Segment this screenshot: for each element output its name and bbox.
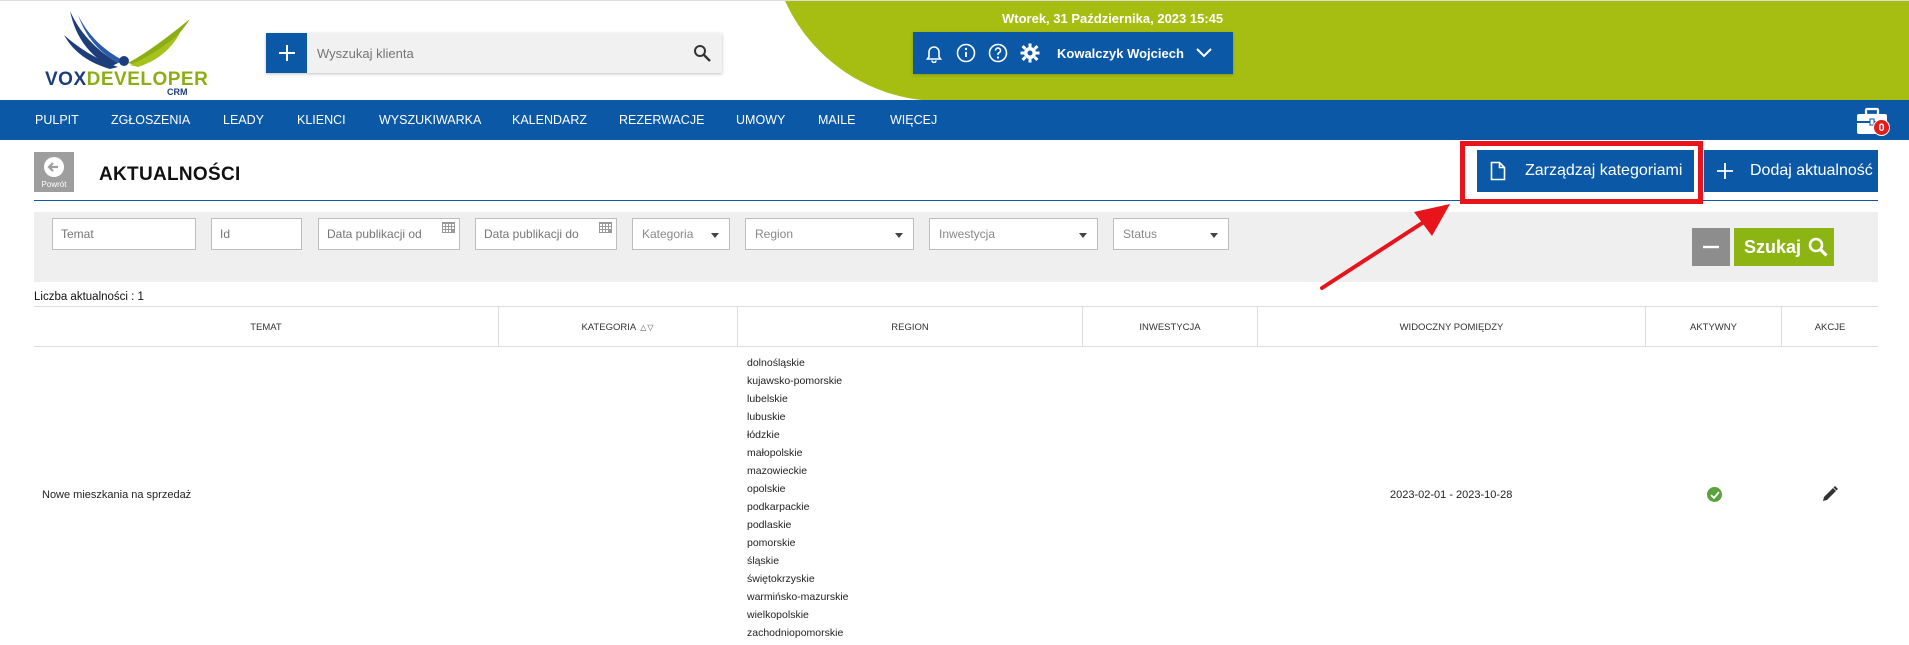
page-title: AKTUALNOŚCI xyxy=(99,164,241,185)
news-count: Liczba aktualności : 1 xyxy=(34,291,144,303)
nav-item-leady[interactable]: LEADY xyxy=(223,113,264,127)
region-select[interactable]: Region xyxy=(745,218,914,250)
current-datetime: Wtorek, 31 Października, 2023 15:45 xyxy=(1002,11,1224,26)
region-select-label: Region xyxy=(755,227,794,241)
region-item: podkarpackie xyxy=(747,501,810,513)
collapse-filters-button[interactable] xyxy=(1692,228,1730,266)
app-header: VOXDEVELOPER CRM Wtorek, 31 Października… xyxy=(0,0,1909,100)
status-select[interactable]: Status xyxy=(1113,218,1229,250)
column-active: AKTYWNY xyxy=(1646,307,1782,347)
chevron-down-icon[interactable] xyxy=(1196,48,1212,58)
search-icon xyxy=(1808,237,1828,257)
logo-wings-icon xyxy=(64,11,190,69)
investment-select-label: Inwestycja xyxy=(939,227,996,241)
region-item: małopolskie xyxy=(747,447,803,459)
id-filter-input[interactable] xyxy=(211,218,302,250)
back-button[interactable]: Powrót xyxy=(34,152,74,192)
region-item: lubelskie xyxy=(747,393,788,405)
info-icon[interactable] xyxy=(955,42,977,64)
column-category[interactable]: KATEGORIA △▽ xyxy=(499,307,738,347)
investment-select[interactable]: Inwestycja xyxy=(929,218,1098,250)
help-icon[interactable] xyxy=(987,42,1009,64)
search-button[interactable]: Szukaj xyxy=(1734,228,1834,266)
column-category-label: KATEGORIA xyxy=(581,321,637,333)
region-item: lubuskie xyxy=(747,411,786,423)
add-client-button[interactable] xyxy=(266,33,307,73)
active-check-icon xyxy=(1707,487,1722,502)
minus-icon xyxy=(1703,245,1719,249)
row-visible-between: 2023-02-01 - 2023-10-28 xyxy=(1390,489,1513,501)
date-from-input[interactable] xyxy=(318,218,460,250)
search-icon[interactable] xyxy=(682,33,722,73)
status-select-label: Status xyxy=(1123,227,1158,241)
plus-icon xyxy=(1714,162,1736,180)
user-toolbar: Kowalczyk Wojciech xyxy=(913,32,1233,74)
sort-arrows-icon[interactable]: △▽ xyxy=(640,323,654,332)
search-button-label: Szukaj xyxy=(1744,236,1802,257)
logo-crm-label: CRM xyxy=(167,87,188,97)
manage-categories-label: Zarządzaj kategoriami xyxy=(1525,162,1683,179)
dropdown-caret-icon xyxy=(895,233,903,238)
nav-item-wiecej[interactable]: WIĘCEJ xyxy=(890,113,937,127)
dropdown-caret-icon xyxy=(711,233,719,238)
region-item: pomorskie xyxy=(747,537,796,549)
calendar-icon[interactable] xyxy=(442,222,455,233)
nav-item-klienci[interactable]: KLIENCI xyxy=(297,113,346,127)
row-regions-list: dolnośląskie kujawsko-pomorskie lubelski… xyxy=(747,354,849,642)
nav-item-rezerwacje[interactable]: REZERWACJE xyxy=(619,113,704,127)
document-icon xyxy=(1487,161,1509,181)
plus-icon xyxy=(278,45,295,61)
nav-item-umowy[interactable]: UMOWY xyxy=(736,113,785,127)
user-name[interactable]: Kowalczyk Wojciech xyxy=(1057,46,1184,61)
pencil-edit-icon[interactable] xyxy=(1821,485,1839,503)
region-item: zachodniopomorskie xyxy=(747,627,844,639)
table-row: Nowe mieszkania na sprzedaż dolnośląskie… xyxy=(34,347,1878,645)
column-visible-between: WIDOCZNY POMIĘDZY xyxy=(1258,307,1646,347)
dropdown-caret-icon xyxy=(1079,233,1087,238)
bell-icon[interactable] xyxy=(923,42,945,64)
category-select[interactable]: Kategoria xyxy=(632,218,730,250)
gear-icon[interactable] xyxy=(1019,42,1041,64)
calendar-icon[interactable] xyxy=(599,222,612,233)
cart-count-badge: 0 xyxy=(1873,119,1890,136)
client-search-bar xyxy=(266,33,722,73)
date-to-field xyxy=(475,212,617,252)
nav-item-pulpit[interactable]: PULPIT xyxy=(35,113,79,127)
column-investment: INWESTYCJA xyxy=(1083,307,1258,347)
column-topic: TEMAT xyxy=(34,307,499,347)
manage-categories-button[interactable]: Zarządzaj kategoriami xyxy=(1477,150,1694,192)
annotation-arrow xyxy=(1320,204,1450,290)
arrow-left-circle-icon xyxy=(44,157,64,177)
client-search-input[interactable] xyxy=(307,33,682,73)
filters-panel: Kategoria Region Inwestycja Status xyxy=(34,212,1878,282)
row-topic: Nowe mieszkania na sprzedaż xyxy=(42,489,192,501)
region-item: łódzkie xyxy=(747,429,780,441)
region-item: kujawsko-pomorskie xyxy=(747,375,843,387)
main-navigation: PULPIT ZGŁOSZENIA LEADY KLIENCI WYSZUKIW… xyxy=(0,100,1909,140)
column-actions: AKCJE xyxy=(1814,321,1846,333)
region-item: świętokrzyskie xyxy=(747,573,815,585)
column-region: REGION xyxy=(738,307,1083,347)
region-item: śląskie xyxy=(747,555,780,567)
nav-item-zgloszenia[interactable]: ZGŁOSZENIA xyxy=(111,113,190,127)
table-header: TEMAT KATEGORIA △▽ REGION INWESTYCJA WIDO… xyxy=(34,306,1878,347)
category-select-label: Kategoria xyxy=(642,227,694,241)
add-news-button[interactable]: Dodaj aktualność xyxy=(1704,150,1878,192)
date-to-input[interactable] xyxy=(475,218,617,250)
dropdown-caret-icon xyxy=(1210,233,1218,238)
nav-item-wyszukiwarka[interactable]: WYSZUKIWARKA xyxy=(379,113,481,127)
add-news-label: Dodaj aktualność xyxy=(1750,162,1873,179)
nav-item-kalendarz[interactable]: KALENDARZ xyxy=(512,113,587,127)
region-item: wielkopolskie xyxy=(747,609,809,621)
nav-item-maile[interactable]: MAILE xyxy=(818,113,856,127)
region-item: warmińsko-mazurskie xyxy=(747,591,849,603)
region-item: opolskie xyxy=(747,483,786,495)
region-item: mazowieckie xyxy=(747,465,808,477)
date-from-field xyxy=(318,212,460,252)
region-item: podlaskie xyxy=(747,519,792,531)
topic-filter-input[interactable] xyxy=(52,218,196,250)
back-label: Powrót xyxy=(41,180,67,189)
region-item: dolnośląskie xyxy=(747,357,805,369)
voxdeveloper-logo[interactable]: VOXDEVELOPER CRM xyxy=(40,5,210,97)
